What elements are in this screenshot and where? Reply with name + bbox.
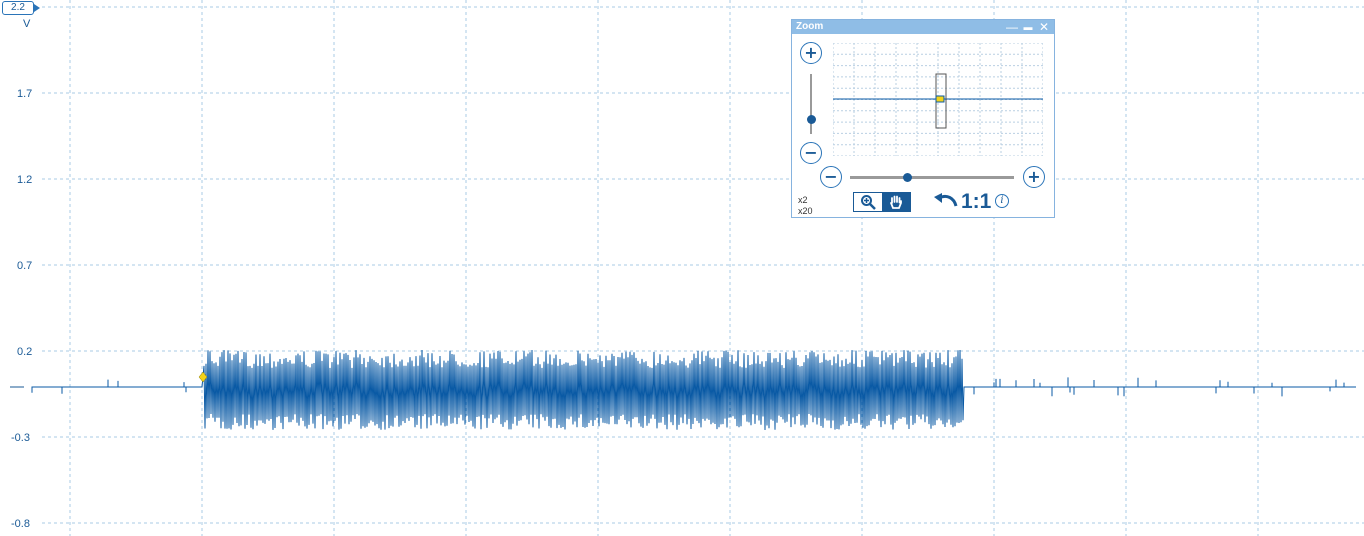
signal-trace [31, 349, 1356, 431]
multiplier-x-label: x2 [798, 195, 808, 205]
y-tick-0-7: 0.7 [17, 260, 32, 272]
reset-zoom-button[interactable]: 1:1 [961, 190, 991, 214]
horizontal-zoom-handle[interactable] [903, 173, 913, 182]
zoom-window[interactable]: Zoom — ▬ ✕ + − − + x2 x20 1:1 i [791, 19, 1055, 218]
y-tick-1-2: 1.2 [17, 174, 32, 186]
zoom-window-title: Zoom [796, 21, 824, 32]
y-tick-neg-0-8: -0.8 [11, 518, 30, 530]
axis-unit-label: V [23, 18, 31, 30]
y-tick-neg-0-3: -0.3 [11, 432, 30, 444]
multiplier-y-label: x20 [798, 206, 813, 216]
zoom-in-tool-icon[interactable] [854, 193, 882, 211]
grid-lines [10, 0, 1364, 536]
info-icon[interactable]: i [995, 194, 1009, 208]
y-axis-ticks: 1.7 1.2 0.7 0.2 -0.3 -0.8 [11, 88, 32, 530]
overview-trigger-marker [935, 95, 945, 103]
close-icon[interactable]: ✕ [1038, 20, 1050, 34]
axis-scale-tag[interactable]: 2.2 [2, 1, 40, 15]
horizontal-zoom-slider[interactable] [850, 176, 1014, 179]
restore-icon[interactable]: ▬ [1022, 20, 1034, 34]
vertical-zoom-out-button[interactable]: − [800, 142, 822, 164]
zoom-window-titlebar[interactable]: Zoom — ▬ ✕ [792, 20, 1054, 34]
scope-plot[interactable]: 1.7 1.2 0.7 0.2 -0.3 -0.8 [0, 0, 1364, 536]
horizontal-zoom-out-button[interactable]: − [820, 166, 842, 188]
y-tick-0-2: 0.2 [17, 346, 32, 358]
tool-group [853, 192, 911, 212]
zoom-overview[interactable] [833, 43, 1043, 156]
vertical-zoom-handle[interactable] [807, 115, 816, 124]
undo-icon[interactable] [933, 192, 959, 212]
minimize-icon[interactable]: — [1006, 20, 1018, 34]
vertical-zoom-in-button[interactable]: + [800, 42, 822, 64]
hand-pan-tool-icon[interactable] [882, 193, 910, 211]
vertical-zoom-slider[interactable] [810, 74, 812, 134]
y-tick-1-7: 1.7 [17, 88, 32, 100]
horizontal-zoom-in-button[interactable]: + [1023, 166, 1045, 188]
